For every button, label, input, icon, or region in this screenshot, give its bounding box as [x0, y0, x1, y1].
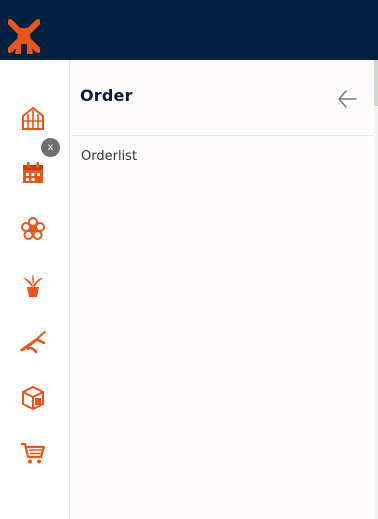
windmill-logo-icon[interactable] [7, 16, 41, 56]
arrow-left-icon [338, 90, 357, 108]
greenhouse-icon[interactable] [20, 105, 46, 131]
panel-title: Order [80, 86, 133, 105]
flower-icon[interactable] [20, 216, 46, 242]
back-button[interactable] [335, 87, 359, 111]
calendar-icon[interactable] [20, 160, 46, 186]
top-bar [0, 0, 378, 60]
panel-list: Orderlist [71, 137, 374, 177]
panel-header: Order [71, 60, 374, 136]
order-panel: Order Orderlist [71, 60, 374, 519]
list-item-orderlist[interactable]: Orderlist [71, 137, 374, 177]
shopping-cart-icon[interactable] [20, 440, 46, 466]
pruning-shears-icon[interactable] [20, 328, 46, 354]
close-badge[interactable]: x [41, 138, 60, 157]
potted-plant-icon[interactable] [20, 272, 46, 298]
content-edge-accent [374, 60, 378, 106]
content-edge [374, 60, 378, 519]
side-rail [0, 60, 70, 519]
package-icon[interactable] [20, 384, 46, 410]
